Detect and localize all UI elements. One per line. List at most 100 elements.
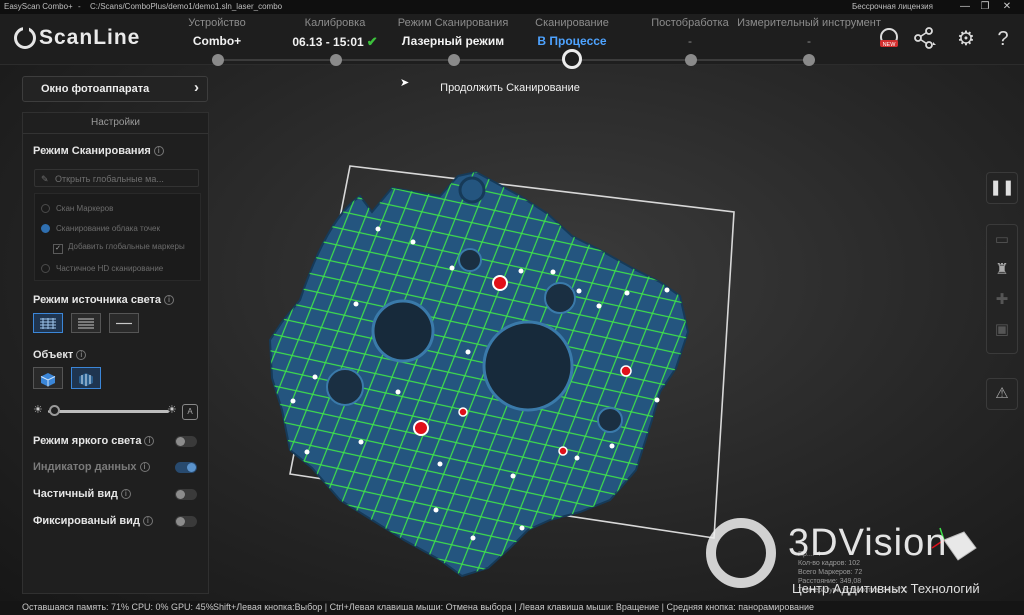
step-value: - (688, 34, 692, 48)
watermark-brand: 3DVision (788, 522, 948, 564)
slider-handle[interactable] (49, 405, 60, 416)
radio-partial-hd[interactable]: Частичное HD сканирование (41, 264, 163, 273)
app-name: EasyScan Combo+ (4, 2, 73, 11)
step-label: Сканирование (535, 17, 609, 29)
info-icon[interactable]: i (153, 146, 164, 156)
step-scan-mode[interactable]: Режим Сканирования Лазерный режим (393, 17, 513, 48)
step-dot (803, 54, 815, 66)
checkbox-add-global-markers[interactable]: ✓ Добавить глобальные маркеры (53, 242, 185, 254)
data-indicator-label: Индикатор данных i (33, 461, 150, 473)
fixed-view-label: Фиксированый вид i (33, 515, 153, 527)
camera-window-label: Окно фотоаппарата (41, 83, 150, 95)
markers-toolbar: ⚠ (986, 378, 1018, 410)
logo-mark-icon (14, 26, 36, 49)
step-label: Постобработка (651, 17, 729, 29)
global-marker (492, 275, 508, 291)
gear-icon[interactable]: ⚙ (953, 26, 979, 52)
panel-title: Настройки (23, 113, 208, 134)
check-icon: ✔ (366, 34, 378, 49)
light-parallel-lines-button[interactable] (71, 313, 101, 333)
edit-icon: ✎ (41, 174, 49, 184)
open-global-markers-button[interactable]: ✎ Открыть глобальные ма... (34, 169, 199, 187)
object-textured-button[interactable] (71, 367, 101, 389)
scanline-logo: ScanLine (14, 26, 140, 50)
update-icon[interactable]: NEW (876, 26, 902, 52)
plugin-icon[interactable]: ✚ (987, 285, 1017, 315)
auto-exposure-button[interactable]: A (182, 404, 198, 420)
scan-type-group: Скан Маркеров Сканирование облака точек … (34, 193, 201, 281)
resource-usage: Оставшаяся память: 71% CPU: 0% GPU: 45% (22, 602, 214, 612)
brush-clean-icon[interactable]: ♜ (987, 255, 1017, 285)
step-dot (448, 54, 460, 66)
laser-lines (270, 172, 688, 576)
new-badge: NEW (883, 42, 897, 48)
save-icon[interactable]: ▣ (987, 315, 1017, 345)
step-value: - (807, 34, 811, 48)
bore-hole (482, 320, 574, 412)
partial-view-toggle[interactable] (175, 489, 197, 500)
project-path: C:/Scans/ComboPlus/demo1/demo1.sln_laser… (90, 2, 283, 11)
title-separator: - (78, 2, 81, 11)
progress-track (217, 59, 809, 61)
info-icon[interactable]: i (144, 436, 155, 446)
step-value: 06.13 - 15:01 (292, 35, 364, 49)
step-label: Измерительный инструмент (737, 17, 881, 29)
mouse-hints: Shift+Левая кнопка:Выбор | Ctrl+Левая кл… (213, 602, 815, 612)
logo-text: ScanLine (39, 26, 141, 49)
close-button[interactable]: ✕ (998, 0, 1016, 14)
continue-scan-hint[interactable]: Продолжить Сканирование (410, 82, 610, 94)
pause-toolbar: ❚❚ (986, 172, 1018, 204)
object-heading: Объект i (33, 349, 87, 361)
camera-window-button[interactable]: Окно фотоаппарата › (22, 76, 208, 102)
radio-marker-scan[interactable]: Скан Маркеров (41, 204, 113, 213)
info-icon[interactable]: i (139, 462, 150, 472)
light-multi-line-button[interactable] (33, 313, 63, 333)
bore-hole (544, 282, 576, 314)
marker-warning-icon[interactable]: ⚠ (987, 379, 1017, 409)
restore-button[interactable]: ❐ (976, 0, 994, 14)
global-marker (413, 420, 429, 436)
info-icon[interactable]: i (142, 516, 153, 526)
chevron-right-icon: › (194, 79, 199, 96)
step-label: Калибровка (304, 17, 366, 29)
status-bar: Оставшаяся память: 71% CPU: 0% GPU: 45% … (0, 601, 1024, 615)
pause-icon[interactable]: ❚❚ (987, 173, 1017, 203)
help-icon[interactable]: ? (990, 26, 1016, 52)
fixed-view-toggle[interactable] (175, 516, 197, 527)
bright-light-toggle[interactable] (175, 436, 197, 447)
step-dot (212, 54, 224, 66)
step-label: Режим Сканирования (397, 17, 509, 29)
radio-point-cloud[interactable]: Сканирование облака точек (41, 224, 160, 233)
step-value: Combo+ (192, 34, 242, 48)
watermark-subtitle: Центр Аддитивных Технологий (792, 581, 980, 596)
brightness-low-icon: ☀ (33, 404, 43, 416)
info-icon[interactable]: i (76, 350, 87, 360)
step-calibration[interactable]: Калибровка 06.13 - 15:01 ✔ (275, 17, 395, 50)
minimize-button[interactable]: — (956, 0, 974, 14)
brightness-high-icon: ☀ (167, 404, 177, 416)
exposure-slider[interactable]: ☀ ☀ A (33, 403, 201, 420)
step-measurement[interactable]: Измерительный инструмент - (734, 17, 884, 48)
info-icon[interactable]: i (120, 489, 131, 499)
step-value: В Процессе (537, 34, 607, 48)
mount-boss (458, 176, 486, 204)
mouse-cursor-icon: ➤ (400, 77, 410, 89)
bore-hole (597, 407, 623, 433)
slider-track (48, 410, 169, 413)
scan-mode-heading: Режим Сканирования i (33, 145, 164, 157)
data-indicator-toggle[interactable] (175, 462, 197, 473)
watermark: 3DVision Центр Аддитивных Технологий (706, 518, 1006, 598)
open-global-markers-label: Открыть глобальные ма... (55, 174, 164, 184)
settings-panel: Настройки Режим Сканирования i ✎ Открыть … (22, 112, 209, 594)
step-postprocessing[interactable]: Постобработка - (630, 17, 750, 48)
window-icon[interactable]: ▭ (987, 225, 1017, 255)
step-device[interactable]: Устройство Combo+ (157, 17, 277, 48)
info-icon[interactable]: i (164, 295, 175, 305)
bright-light-label: Режим яркого света i (33, 435, 155, 447)
step-dot (685, 54, 697, 66)
object-cube-button[interactable] (33, 367, 63, 389)
step-scanning[interactable]: Сканирование В Процессе (512, 17, 632, 48)
light-single-line-button[interactable] (109, 313, 139, 333)
global-marker (458, 407, 468, 417)
share-icon[interactable] (912, 26, 938, 52)
